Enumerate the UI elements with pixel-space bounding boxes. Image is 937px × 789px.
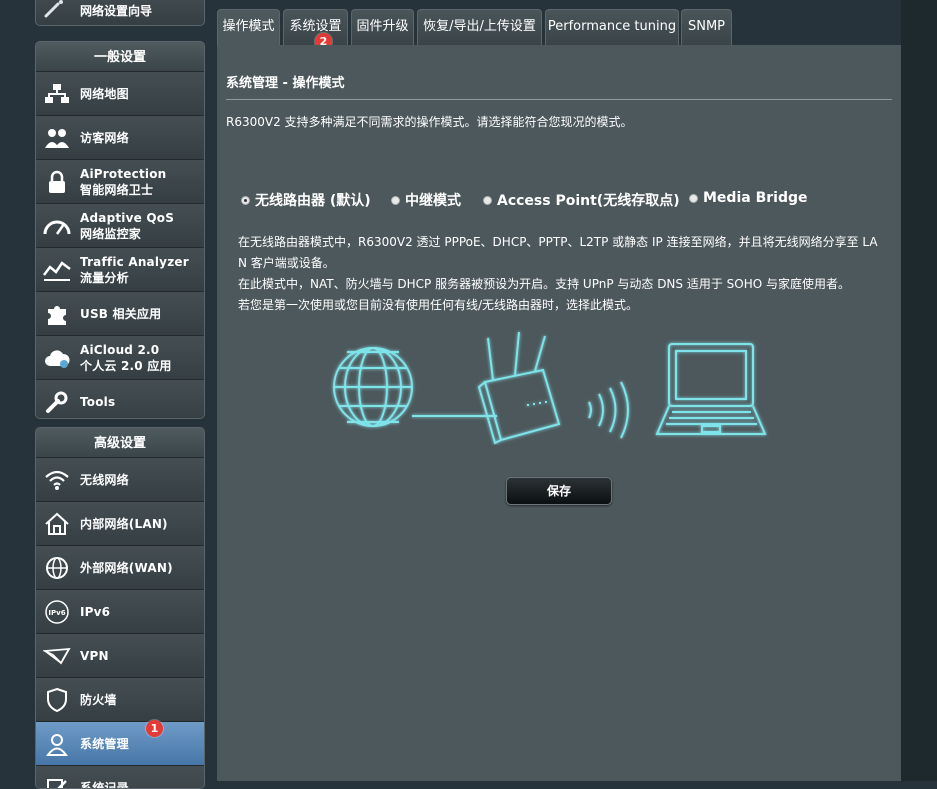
globe-icon bbox=[43, 554, 71, 582]
laptop-icon bbox=[657, 344, 765, 434]
wireless-signal-icon bbox=[589, 382, 628, 438]
mode-media-bridge-radio[interactable]: Media Bridge bbox=[689, 190, 807, 206]
sidebar-item-usb-apps[interactable]: USB 相关应用 bbox=[36, 291, 204, 335]
sidebar-item-label: Adaptive QoS bbox=[80, 210, 174, 226]
sidebar-item-label: Traffic Analyzer bbox=[80, 254, 189, 270]
mode-access-point-radio[interactable]: Access Point(无线存取点) bbox=[483, 190, 680, 210]
sidebar-item-label: USB 相关应用 bbox=[80, 306, 161, 322]
sidebar-item-sublabel: 网络监控家 bbox=[80, 226, 174, 242]
sidebar-item-wan[interactable]: 外部网络(WAN) bbox=[36, 545, 204, 589]
admin-user-icon bbox=[43, 730, 71, 758]
info-line: 在此模式中，NAT、防火墙与 DHCP 服务器被预设为开启。支持 UPnP 与动… bbox=[238, 274, 882, 295]
sidebar-item-wireless[interactable]: 无线网络 bbox=[36, 457, 204, 501]
general-settings-menu: 一般设置 网络地图 访客网络 AiProtection智能网络卫士 Adapti… bbox=[35, 41, 205, 419]
sidebar-item-firewall[interactable]: 防火墙 bbox=[36, 677, 204, 721]
sidebar-item-label: AiProtection bbox=[80, 166, 166, 182]
sidebar-item-label: 外部网络(WAN) bbox=[80, 560, 173, 576]
radio-dot[interactable] bbox=[483, 196, 492, 205]
radio-label: Access Point(无线存取点) bbox=[497, 190, 680, 210]
sidebar-item-vpn[interactable]: VPN bbox=[36, 633, 204, 677]
info-line: N 客户端或设备。 bbox=[238, 253, 882, 274]
gauge-icon bbox=[43, 212, 71, 240]
page-right-edge bbox=[901, 0, 937, 781]
wrench-icon bbox=[43, 388, 71, 416]
wifi-icon bbox=[43, 466, 71, 494]
svg-text:IPv6: IPv6 bbox=[48, 609, 65, 617]
sidebar-item-sublabel: 流量分析 bbox=[80, 270, 189, 286]
guest-network-icon bbox=[43, 124, 71, 152]
sidebar-item-label: VPN bbox=[80, 648, 109, 664]
radio-label: 无线路由器 (默认) bbox=[255, 190, 371, 210]
tab-snmp[interactable]: SNMP bbox=[681, 9, 732, 46]
sidebar-item-label: 访客网络 bbox=[80, 130, 129, 146]
home-icon bbox=[43, 510, 71, 538]
sidebar-item-label: 网络地图 bbox=[80, 86, 129, 102]
sidebar-item-network-map[interactable]: 网络地图 bbox=[36, 71, 204, 115]
sidebar-item-label: Tools bbox=[80, 394, 115, 410]
tab-performance-tuning[interactable]: Performance tuning bbox=[545, 9, 679, 46]
puzzle-icon bbox=[43, 300, 71, 328]
shield-icon bbox=[43, 686, 71, 714]
tab-firmware-upgrade[interactable]: 固件升级 bbox=[351, 9, 414, 46]
vpn-icon bbox=[43, 642, 71, 670]
tab-system-settings[interactable]: 系统设置 2 bbox=[283, 9, 348, 46]
advanced-settings-header: 高级设置 bbox=[36, 428, 204, 457]
log-edit-icon bbox=[43, 774, 71, 789]
sidebar-item-label: 内部网络(LAN) bbox=[80, 516, 168, 532]
radio-dot[interactable] bbox=[391, 196, 400, 205]
sidebar-item-label: 无线网络 bbox=[80, 472, 129, 488]
mode-repeater-radio[interactable]: 中继模式 bbox=[391, 190, 461, 210]
radio-dot[interactable] bbox=[689, 194, 698, 203]
sidebar-item-tools[interactable]: Tools bbox=[36, 379, 204, 419]
general-settings-header: 一般设置 bbox=[36, 42, 204, 71]
sidebar-item-sublabel: 智能网络卫士 bbox=[80, 182, 166, 198]
sidebar-item-ipv6[interactable]: IPv6 IPv6 bbox=[36, 589, 204, 633]
ipv6-icon: IPv6 bbox=[43, 598, 71, 626]
radio-label: 中继模式 bbox=[405, 190, 461, 210]
title-divider bbox=[226, 99, 892, 100]
tab-operation-mode[interactable]: 操作模式 bbox=[217, 9, 280, 47]
info-line: 在无线路由器模式中，R6300V2 透过 PPPoE、DHCP、PPTP、L2T… bbox=[238, 232, 882, 253]
lock-icon bbox=[43, 168, 71, 196]
network-map-icon bbox=[43, 80, 71, 108]
mode-wireless-router-radio[interactable]: 无线路由器 (默认) bbox=[241, 190, 371, 210]
sidebar-item-system-log[interactable]: 系统记录 bbox=[36, 765, 204, 789]
page-description: R6300V2 支持多种满足不同需求的操作模式。请选择能符合您现况的模式。 bbox=[226, 113, 633, 130]
radio-dot[interactable] bbox=[241, 196, 250, 205]
sidebar-item-guest-network[interactable]: 访客网络 bbox=[36, 115, 204, 159]
sidebar-item-administration[interactable]: 系统管理 1 bbox=[36, 721, 204, 765]
tab-restore-save-upload[interactable]: 恢复/导出/上传设置 bbox=[417, 9, 542, 46]
sidebar-item-label: 系统管理 bbox=[80, 736, 129, 752]
traffic-chart-icon bbox=[43, 256, 71, 284]
sidebar-item-label: 防火墙 bbox=[80, 692, 117, 708]
globe-internet-icon bbox=[334, 348, 412, 426]
sidebar-item-label: AiCloud 2.0 bbox=[80, 342, 172, 358]
advanced-settings-menu: 高级设置 无线网络 内部网络(LAN) 外部网络(WAN) IPv6 IPv6 … bbox=[35, 427, 205, 789]
mode-info-text: 在无线路由器模式中，R6300V2 透过 PPPoE、DHCP、PPTP、L2T… bbox=[238, 232, 882, 316]
radio-label: Media Bridge bbox=[703, 190, 807, 206]
sidebar-item-lan[interactable]: 内部网络(LAN) bbox=[36, 501, 204, 545]
sidebar-item-sublabel: 个人云 2.0 应用 bbox=[80, 358, 172, 374]
sidebar-item-label: 网络设置向导 bbox=[80, 2, 152, 19]
magic-wand-icon bbox=[43, 0, 67, 23]
sidebar-item-setup-wizard[interactable]: 网络设置向导 bbox=[35, 0, 205, 26]
sidebar-item-aicloud[interactable]: AiCloud 2.0个人云 2.0 应用 bbox=[36, 335, 204, 379]
page-title: 系统管理 - 操作模式 bbox=[226, 72, 344, 91]
router-icon bbox=[479, 332, 559, 443]
tab-label: 系统设置 bbox=[289, 19, 341, 34]
cloud-icon bbox=[43, 344, 71, 372]
sidebar-item-label: IPv6 bbox=[80, 604, 110, 620]
router-mode-illustration bbox=[327, 330, 777, 445]
info-line: 若您是第一次使用或您目前没有使用任何有线/无线路由器时，选择此模式。 bbox=[238, 295, 882, 316]
main-panel: 系统管理 - 操作模式 R6300V2 支持多种满足不同需求的操作模式。请选择能… bbox=[217, 45, 901, 781]
save-button[interactable]: 保存 bbox=[506, 477, 612, 505]
annotation-badge-1: 1 bbox=[146, 720, 163, 737]
sidebar-item-adaptive-qos[interactable]: Adaptive QoS网络监控家 bbox=[36, 203, 204, 247]
sidebar-item-aiprotection[interactable]: AiProtection智能网络卫士 bbox=[36, 159, 204, 203]
sidebar-item-traffic-analyzer[interactable]: Traffic Analyzer流量分析 bbox=[36, 247, 204, 291]
